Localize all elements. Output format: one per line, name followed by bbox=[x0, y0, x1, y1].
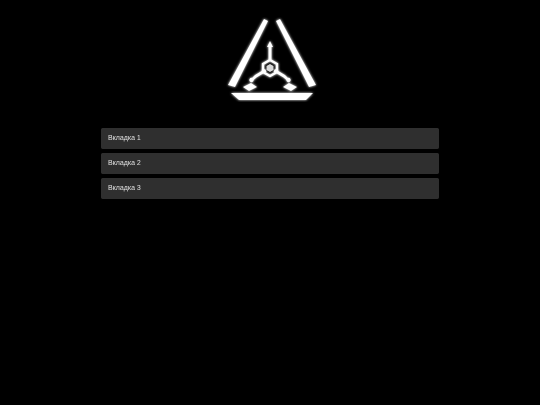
tab-3[interactable]: Вкладка 3 bbox=[101, 178, 439, 199]
tab-2[interactable]: Вкладка 2 bbox=[101, 153, 439, 174]
tab-1[interactable]: Вкладка 1 bbox=[101, 128, 439, 149]
app-logo bbox=[221, 17, 319, 102]
app-screen: Вкладка 1 Вкладка 2 Вкладка 3 bbox=[0, 0, 540, 405]
tab-list: Вкладка 1 Вкладка 2 Вкладка 3 bbox=[101, 128, 439, 203]
triangle-hexagon-logo-icon bbox=[228, 19, 316, 100]
